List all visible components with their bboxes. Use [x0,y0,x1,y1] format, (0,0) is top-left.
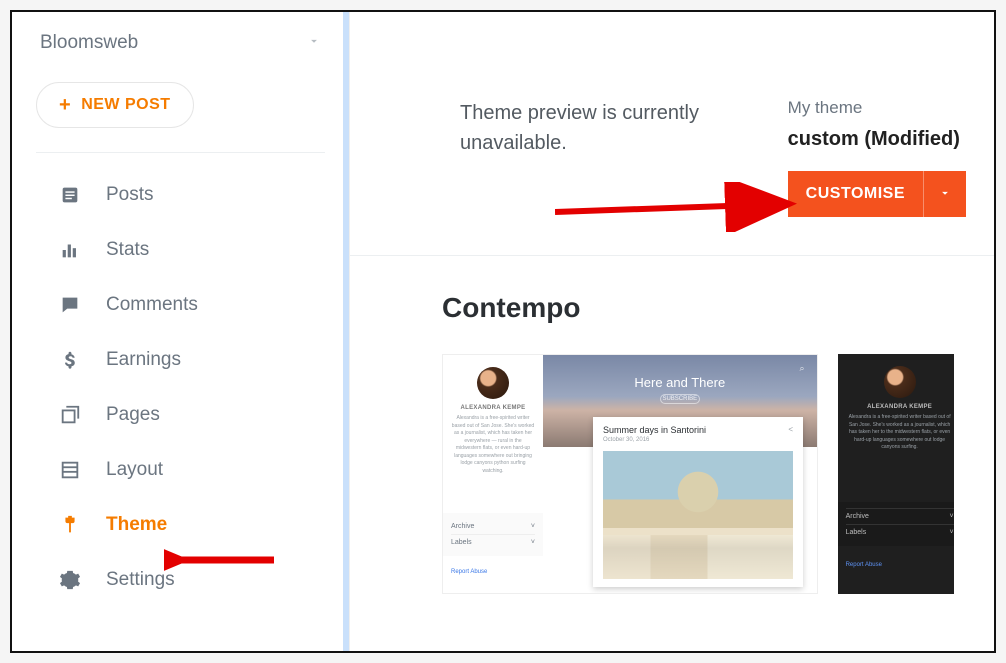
sidebar-item-earnings[interactable]: Earnings [12,332,349,387]
theme-header: Theme preview is currently unavailable. … [350,12,994,256]
layout-icon [58,459,82,481]
pages-icon [58,404,82,426]
preview-profile-bio: Alexandra is a free-spirited writer base… [846,414,954,452]
preview-profile-panel: ALEXANDRA KEMPE Alexandra is a free-spir… [838,354,954,594]
sidebar-item-pages[interactable]: Pages [12,387,349,442]
sidebar-item-label: Earnings [106,349,181,371]
sidebar: Bloomsweb + NEW POST Posts Stats [12,12,350,651]
stats-icon [58,239,82,261]
blog-selector[interactable]: Bloomsweb [12,12,349,66]
preview-post-title: Summer days in Santorini [603,425,793,435]
preview-widget-labels: Labels˅ [846,524,954,540]
divider [36,152,325,153]
theme-preview-card[interactable]: ALEXANDRA KEMPE Alexandra is a free-spir… [838,354,954,594]
app-frame: Bloomsweb + NEW POST Posts Stats [10,10,996,653]
preview-widgets: Archive˅ Labels˅ [443,513,543,556]
sidebar-item-label: Layout [106,459,163,481]
chevron-down-icon: ˅ [950,513,954,520]
share-icon: < [788,425,793,434]
theme-group-contempo: Contempo ALEXANDRA KEMPE Alexandra is a … [350,256,994,594]
current-theme-name: custom (Modified) [788,128,966,151]
preview-subscribe-badge: SUBSCRIBE [660,394,700,404]
preview-post-image [603,451,793,579]
preview-profile-name: ALEXANDRA KEMPE [451,405,535,411]
theme-grid: ALEXANDRA KEMPE Alexandra is a free-spir… [442,354,954,594]
preview-post-card: Summer days in Santorini October 30, 201… [593,417,803,587]
sidebar-item-posts[interactable]: Posts [12,167,349,222]
sidebar-item-label: Pages [106,404,160,426]
plus-icon: + [59,95,71,115]
preview-report-link: Report Abuse [451,569,487,575]
customise-button-group: CUSTOMISE [788,171,966,217]
caret-down-icon [307,32,321,54]
avatar [884,366,916,398]
sidebar-item-layout[interactable]: Layout [12,442,349,497]
avatar [477,367,509,399]
comments-icon [58,294,82,316]
preview-line-1: Theme preview is currently [460,102,699,124]
sidebar-item-settings[interactable]: Settings [12,552,349,607]
preview-profile-bio: Alexandra is a free-spirited writer base… [451,415,535,475]
main-content: Theme preview is currently unavailable. … [350,12,994,651]
preview-hero-title: Here and There [634,375,725,390]
new-post-label: NEW POST [81,96,170,114]
theme-group-title: Contempo [442,292,954,324]
preview-widget-labels: Labels˅ [451,534,535,550]
blog-name: Bloomsweb [40,32,138,54]
sidebar-item-theme[interactable]: Theme [12,497,349,552]
preview-post-date: October 30, 2016 [603,437,793,443]
preview-profile-panel: ALEXANDRA KEMPE Alexandra is a free-spir… [443,355,543,515]
earnings-icon [58,349,82,371]
sidebar-item-label: Settings [106,569,175,591]
preview-widget-archive: Archive˅ [846,508,954,524]
my-theme-label: My theme [788,98,966,118]
preview-unavailable-text: Theme preview is currently unavailable. [460,98,699,217]
sidebar-item-label: Posts [106,184,154,206]
sidebar-item-label: Theme [106,514,167,536]
theme-preview-card[interactable]: ALEXANDRA KEMPE Alexandra is a free-spir… [442,354,818,594]
chevron-down-icon: ˅ [950,529,954,536]
sidebar-item-stats[interactable]: Stats [12,222,349,277]
caret-down-icon [938,186,952,203]
new-post-button[interactable]: + NEW POST [36,82,194,128]
sidebar-nav: Posts Stats Comments Earnings [12,167,349,607]
chevron-down-icon: ˅ [531,539,535,546]
preview-report-link: Report Abuse [846,562,882,568]
customise-dropdown-button[interactable] [923,171,966,217]
posts-icon [58,184,82,206]
preview-widget-archive: Archive˅ [451,519,535,534]
my-theme-box: My theme custom (Modified) CUSTOMISE [788,98,966,217]
preview-widgets: Archive˅ Labels˅ [838,502,954,546]
sidebar-item-comments[interactable]: Comments [12,277,349,332]
sidebar-item-label: Stats [106,239,149,261]
preview-profile-name: ALEXANDRA KEMPE [846,404,954,410]
sidebar-item-label: Comments [106,294,198,316]
theme-icon [58,514,82,536]
customise-button[interactable]: CUSTOMISE [788,171,923,217]
search-icon: ⌕ [800,363,805,374]
chevron-down-icon: ˅ [531,523,535,530]
settings-icon [58,569,82,591]
preview-line-2: unavailable. [460,132,567,154]
scrollbar[interactable] [343,12,349,651]
